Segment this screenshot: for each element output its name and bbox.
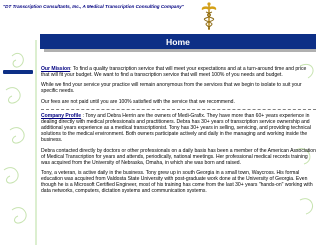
mission-text-2: While we find your service your practice… [41, 82, 302, 95]
profile-text-1: : Tony and Debra Herrin are the owners o… [41, 113, 311, 144]
mission-paragraph: Our Mission: To find a quality transcrip… [41, 66, 316, 78]
company-tagline: "DT Transcription Consultants, Inc., A M… [3, 4, 184, 9]
mission-text-1: : To find a quality transcription servic… [41, 66, 307, 78]
main-content: Our Mission: To find a quality transcrip… [41, 66, 316, 198]
page-title: Home [166, 36, 190, 47]
mission-text-3: Our fees are not paid until you are 100%… [41, 98, 235, 105]
section-divider [41, 109, 316, 111]
profile-paragraph: Company Profile : Tony and Debra Herrin … [41, 113, 316, 143]
nav-menu-button[interactable] [3, 70, 33, 74]
banner-shadow [44, 49, 316, 52]
caduceus-icon [201, 2, 217, 30]
profile-text-2: Debra contacted directly by doctors or o… [41, 147, 316, 166]
profile-text-3: Tony, a veteran, is active daily in the … [41, 169, 313, 194]
page-title-banner: Home [40, 34, 316, 49]
